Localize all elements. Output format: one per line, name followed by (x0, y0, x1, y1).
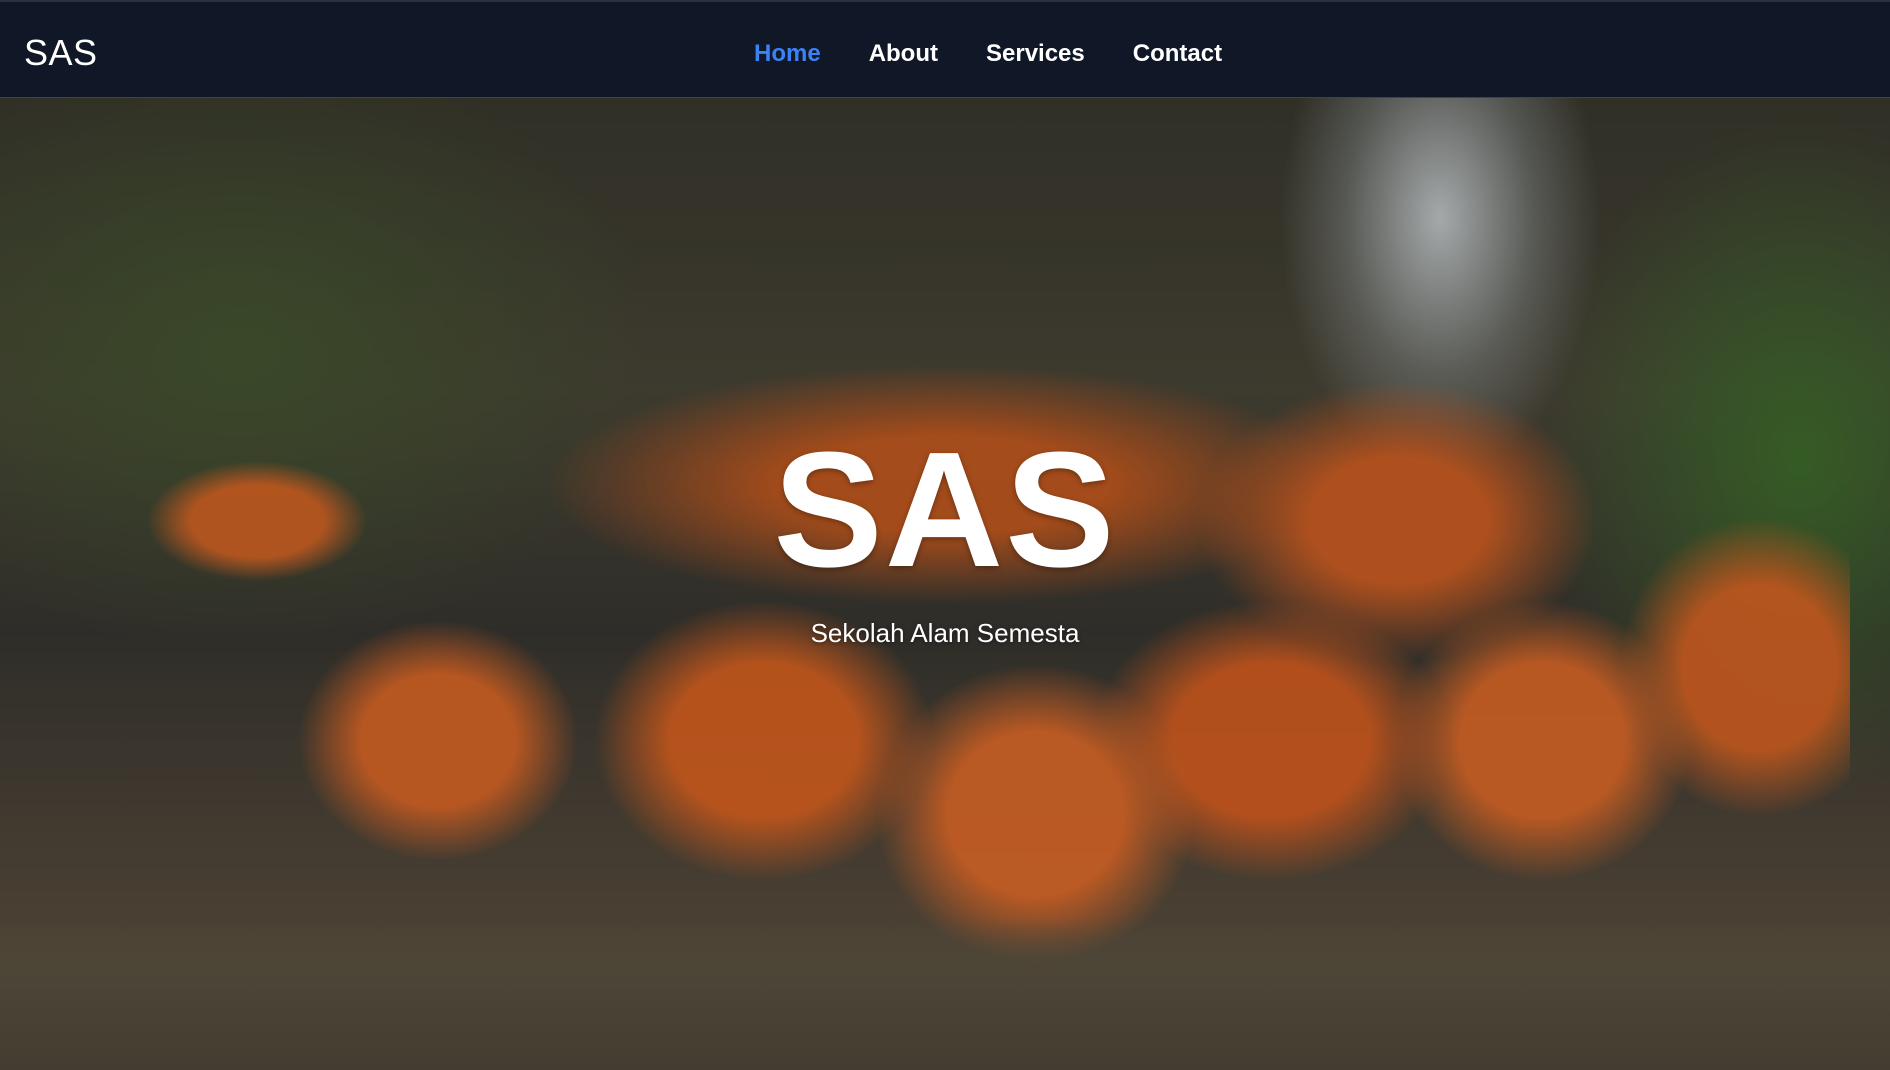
hero-content: SAS Sekolah Alam Semesta (0, 428, 1890, 649)
hero-section: SAS Sekolah Alam Semesta (0, 98, 1890, 1070)
nav-link-contact[interactable]: Contact (1133, 40, 1222, 68)
nav-link-home[interactable]: Home (754, 40, 821, 68)
hero-subtitle: Sekolah Alam Semesta (810, 618, 1080, 648)
nav-link-services[interactable]: Services (986, 40, 1085, 68)
nav-links: Home About Services Contact (754, 40, 1270, 68)
hero-title: SAS (773, 418, 1117, 601)
brand-logo-link[interactable]: SAS (24, 32, 98, 74)
navbar: SAS Home About Services Contact (0, 0, 1890, 98)
nav-link-about[interactable]: About (869, 40, 938, 68)
